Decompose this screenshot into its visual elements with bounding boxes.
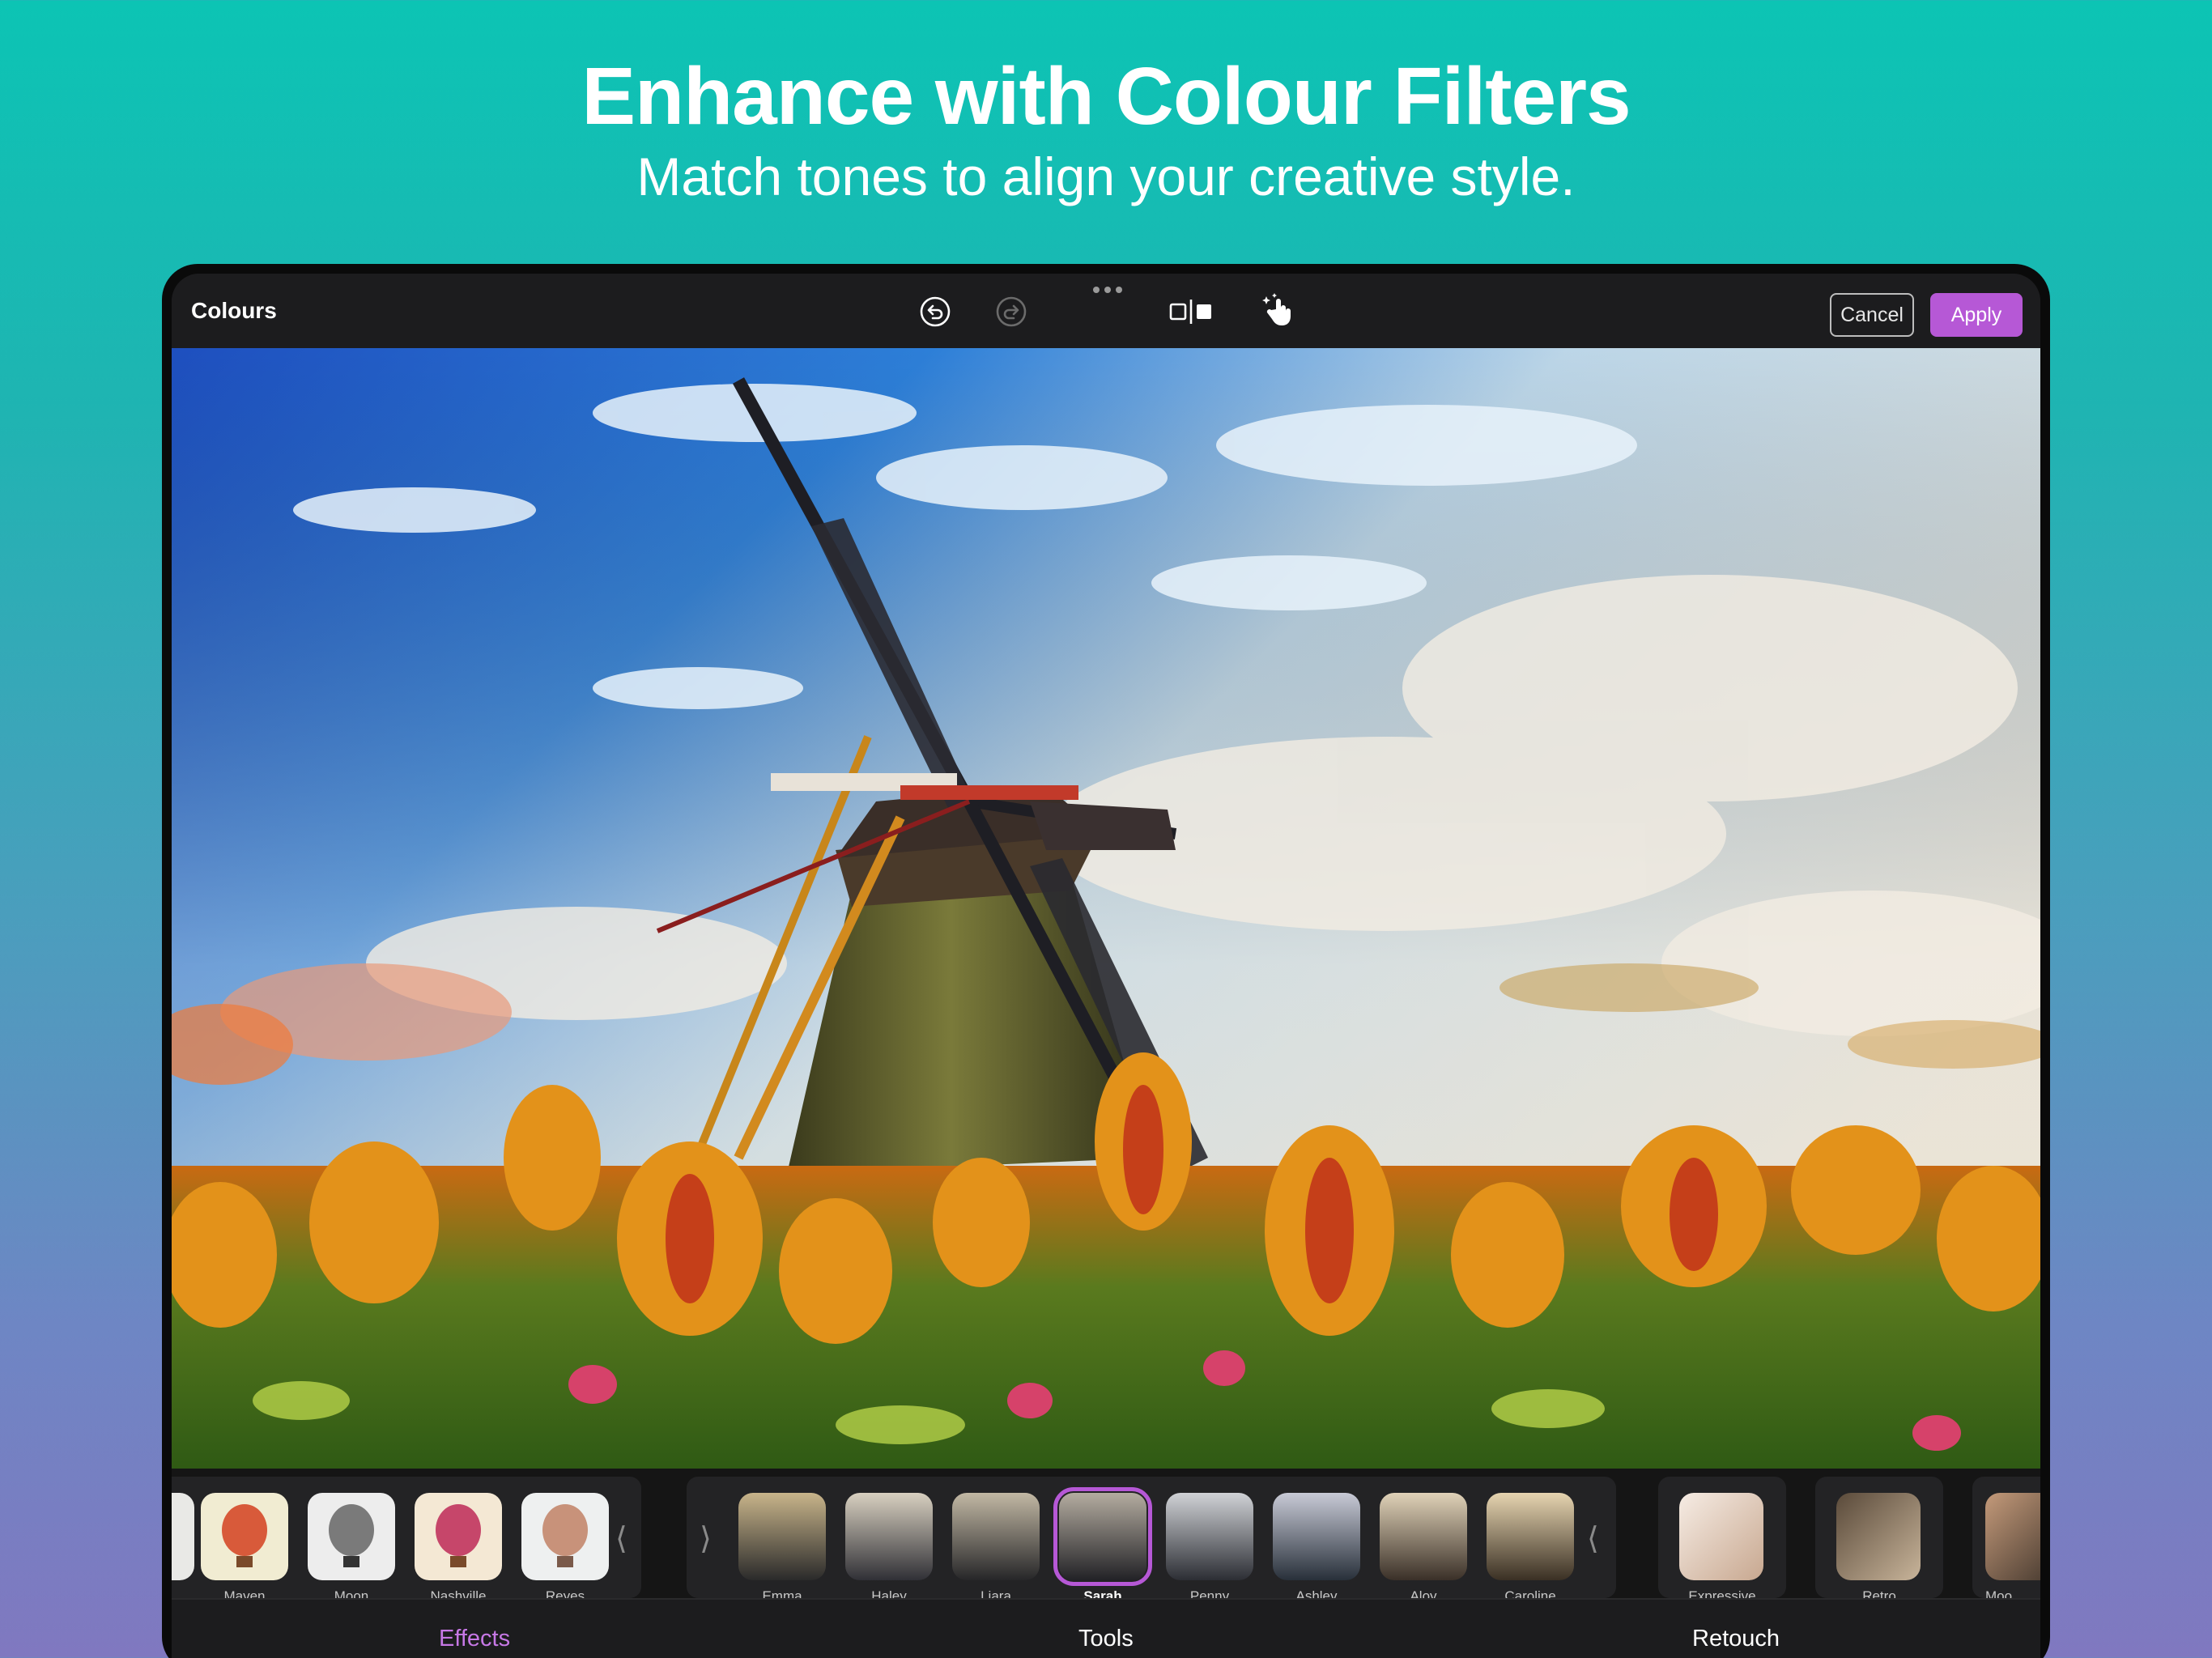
apply-button[interactable]: Apply	[1930, 293, 2023, 337]
balloon-image	[542, 1504, 588, 1567]
filter-thumb-aloy[interactable]	[1380, 1493, 1467, 1580]
compare-icon[interactable]	[1166, 295, 1216, 329]
tab-effects[interactable]: Effects	[439, 1626, 510, 1652]
filter-thumb-reyes[interactable]	[521, 1493, 609, 1580]
hero-title: Enhance with Colour Filters	[581, 51, 1631, 142]
balloon-image	[436, 1504, 481, 1567]
filter-thumb-liara[interactable]	[952, 1493, 1040, 1580]
filter-group-portrait: ⟩ Emma Haley Liara Sarah Penny Ashley Al…	[687, 1477, 1616, 1604]
magic-touch-icon[interactable]	[1260, 291, 1299, 330]
balloon-image	[329, 1504, 374, 1567]
filter-collection-retro: Retro	[1815, 1477, 1943, 1604]
undo-icon[interactable]	[918, 295, 952, 329]
hero-subtitle: Match tones to align your creative style…	[636, 147, 1576, 206]
filter-thumb-haley[interactable]	[845, 1493, 933, 1580]
collapse-chevron-icon[interactable]: ⟨	[1587, 1520, 1599, 1556]
edited-photo-canvas[interactable]	[172, 348, 2040, 1469]
filter-thumb-moon[interactable]	[308, 1493, 395, 1580]
redo-icon[interactable]	[994, 295, 1028, 329]
filter-collection-expressive: Expressive	[1658, 1477, 1786, 1604]
device-frame: Colours Cancel Apply Maven Moon Nashvill…	[162, 264, 2050, 1658]
windmill-painting	[172, 348, 2040, 1469]
filter-thumb-penny[interactable]	[1166, 1493, 1253, 1580]
filter-collection-moo: Moo	[1972, 1477, 2040, 1604]
filter-group-classic: Maven Moon Nashville Reyes ⟨	[172, 1477, 641, 1604]
filter-strip: Maven Moon Nashville Reyes ⟨ ⟩ Emma Hale…	[172, 1469, 2040, 1604]
filter-thumb-ashley[interactable]	[1273, 1493, 1360, 1580]
filter-thumb-retro[interactable]	[1836, 1493, 1921, 1580]
expand-chevron-icon[interactable]: ⟩	[700, 1520, 712, 1556]
tab-retouch[interactable]: Retouch	[1692, 1626, 1780, 1652]
filter-thumb-emma[interactable]	[738, 1493, 826, 1580]
filter-thumb-maven[interactable]	[201, 1493, 288, 1580]
screen-title: Colours	[191, 298, 277, 323]
bottom-tab-bar: Effects Tools Retouch	[172, 1598, 2040, 1658]
collapse-chevron-icon[interactable]: ⟨	[615, 1520, 627, 1556]
filter-thumb-moo[interactable]	[1985, 1493, 2040, 1580]
top-bar: Colours Cancel Apply	[172, 274, 2040, 348]
cancel-button[interactable]: Cancel	[1830, 293, 1914, 337]
filter-thumb-nashville[interactable]	[415, 1493, 502, 1580]
filter-thumb-caroline[interactable]	[1487, 1493, 1574, 1580]
balloon-image	[222, 1504, 267, 1567]
filter-thumb[interactable]	[172, 1493, 194, 1580]
app-screen: Colours Cancel Apply Maven Moon Nashvill…	[172, 274, 2040, 1658]
more-dots-icon[interactable]	[1091, 285, 1124, 295]
filter-thumb-sarah[interactable]	[1053, 1487, 1152, 1586]
filter-thumb-expressive[interactable]	[1679, 1493, 1763, 1580]
tab-tools[interactable]: Tools	[1078, 1626, 1134, 1652]
